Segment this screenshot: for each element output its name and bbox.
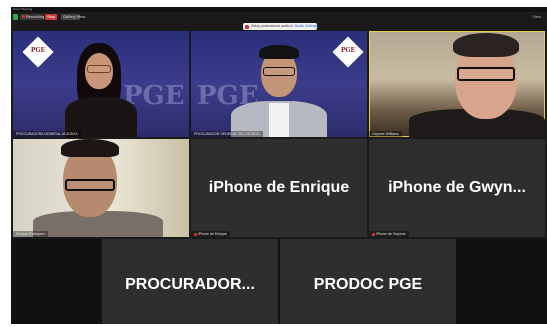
participant-name: PROCURADORA GENERAL ADJUNTA [13, 131, 81, 137]
view-menu-button[interactable]: View [529, 14, 543, 20]
gallery-empty-area [11, 239, 547, 324]
participant-display-name: PRODOC PGE [313, 276, 423, 293]
participant-display-name: PROCURADOR... [125, 276, 255, 293]
participant-name: iPhone de Gwynne [369, 231, 409, 237]
participant-tile[interactable]: iPhone de Gwyn... iPhone de Gwynne [369, 139, 545, 237]
studio-settings-notification[interactable]: Setup professional audio in Studio Setti… [243, 23, 318, 30]
participant-name: Gwynne Williams [369, 131, 402, 137]
muted-mic-icon [194, 232, 197, 236]
participant-name: PROCURADOR GENERAL DEL ESTADO [191, 131, 263, 137]
studio-settings-link[interactable]: Studio Settings [294, 24, 318, 28]
participant-name-text: iPhone de Gwynne [376, 232, 406, 236]
stop-recording-button[interactable]: Stop [45, 14, 57, 20]
recording-indicator[interactable]: Recording [20, 14, 44, 20]
participant-display-name: iPhone de Gwyn... [388, 179, 526, 196]
zoom-window: Zoom Meeting Recording Stop Gallery View… [11, 7, 547, 324]
pge-logo-text: PGE [30, 47, 46, 54]
meeting-toolbar: Recording Stop Gallery View View [11, 12, 547, 22]
participant-tile[interactable]: Enrique Rodriguez [13, 139, 189, 237]
notification-text: Setup professional audio in [251, 24, 294, 28]
notification-icon [245, 24, 249, 29]
record-dot-icon [22, 15, 25, 19]
muted-mic-icon [372, 232, 375, 236]
pge-logo-text: PGE [340, 47, 356, 54]
participant-tile[interactable]: PROCURADOR... [102, 239, 278, 324]
gallery-view-button[interactable]: Gallery View [61, 14, 85, 20]
participant-display-name: iPhone de Enrique [208, 179, 350, 196]
participant-name: iPhone de Enrique [191, 231, 230, 237]
participant-tile[interactable]: PGE PGE PROCURADOR GENERAL DEL ESTADO [191, 31, 367, 137]
participant-tile-active-speaker[interactable]: Gwynne Williams [369, 31, 545, 137]
participant-name: Enrique Rodriguez [13, 231, 48, 237]
recording-label: Recording [26, 14, 45, 19]
participant-tile[interactable]: PRODOC PGE [280, 239, 456, 324]
participant-tile[interactable]: PGE PGE PROCURADORA GENERAL ADJUNTA [13, 31, 189, 137]
participant-name-text: iPhone de Enrique [198, 232, 227, 236]
security-shield-icon[interactable] [13, 14, 18, 20]
participant-tile[interactable]: iPhone de Enrique iPhone de Enrique [191, 139, 367, 237]
